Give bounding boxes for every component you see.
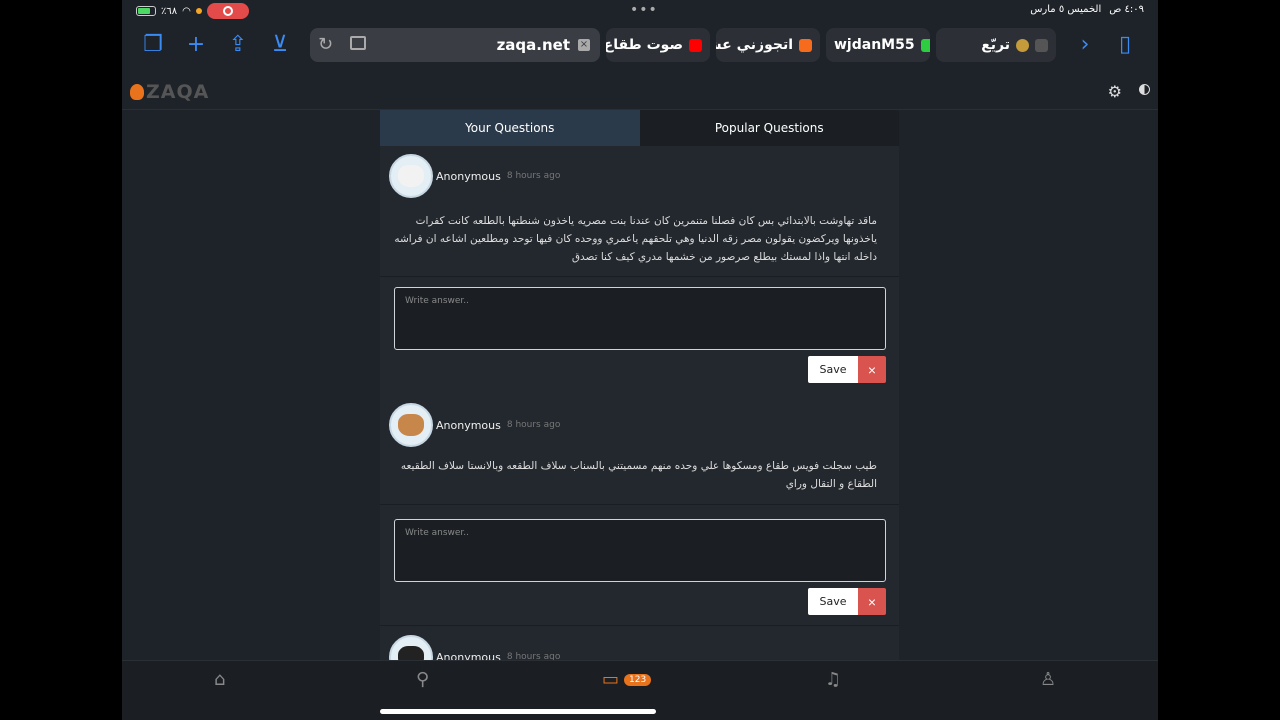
browser-tab-3[interactable]: wjdanM55 — [826, 28, 930, 62]
timestamp: 8 hours ago — [506, 652, 561, 660]
questions-panel: Your Questions Popular Questions Anonymo… — [380, 110, 899, 660]
answer-field[interactable] — [394, 287, 886, 352]
tab-title: اتجوزني عشان — [716, 37, 793, 53]
wifi-icon: ◠ — [182, 5, 191, 17]
status-left: ٪٦٨ ◠ — [136, 3, 249, 19]
status-bar: ٪٦٨ ◠ ••• ٤:٠٩ ص الخميس ٥ مارس — [122, 0, 1158, 22]
flame-icon — [130, 84, 144, 100]
status-time: ٤:٠٩ ص — [1109, 4, 1144, 15]
mic-indicator-icon — [195, 8, 202, 14]
home-indicator[interactable] — [380, 709, 656, 714]
tab-title: تريّع — [981, 37, 1010, 53]
avatar — [389, 635, 433, 660]
browser-tab-4[interactable]: تريّع — [936, 28, 1056, 62]
cat-avatar-icon — [398, 414, 424, 436]
cancel-button[interactable]: × — [858, 356, 886, 383]
status-date: الخميس ٥ مارس — [1030, 4, 1102, 15]
author-name: Anonymous — [436, 418, 501, 432]
profile-icon[interactable]: ♙ — [1040, 669, 1056, 690]
answer-input[interactable] — [395, 290, 885, 352]
share-icon[interactable]: ⇪ — [225, 32, 251, 58]
question-tabs: Your Questions Popular Questions — [380, 110, 899, 146]
downloads-icon[interactable]: ⊻ — [267, 32, 293, 58]
contrast-toggle-icon[interactable] — [1139, 84, 1150, 95]
sidebar-icon[interactable]: ▯ — [1112, 32, 1138, 58]
close-tab-icon[interactable]: × — [578, 39, 590, 51]
cat-avatar-icon — [398, 165, 424, 187]
question-card: Anonymous 8 hours ago طيب سجلت فويس طقاع… — [380, 403, 899, 638]
avatar — [389, 154, 433, 198]
reader-icon[interactable] — [350, 36, 366, 50]
site-logo[interactable]: ZAQA — [130, 81, 209, 103]
search-icon[interactable]: ⚲ — [416, 669, 429, 690]
badge-icon — [1016, 38, 1029, 52]
w-icon — [799, 38, 812, 52]
bell-icon[interactable]: ♫ — [825, 669, 841, 690]
app-frame: ٪٦٨ ◠ ••• ٤:٠٩ ص الخميس ٥ مارس ❐ + ⇪ ⊻ ↻… — [122, 0, 1158, 720]
question-header: Anonymous 8 hours ago — [389, 635, 560, 660]
answer-input[interactable] — [395, 522, 885, 584]
timestamp: 8 hours ago — [506, 420, 561, 430]
cat-avatar-icon — [398, 646, 424, 660]
new-tab-icon[interactable]: + — [183, 32, 209, 58]
tabs-overview-icon[interactable]: ❐ — [140, 32, 166, 58]
forward-icon[interactable]: › — [1072, 32, 1098, 58]
tab-title: صوت طقاع — [606, 37, 683, 53]
browser-tab-2[interactable]: اتجوزني عشان — [716, 28, 820, 62]
avatar — [389, 403, 433, 447]
url-text: zaqa.net — [496, 36, 570, 54]
photo-favicon-icon — [1035, 38, 1048, 52]
battery-icon — [136, 6, 156, 16]
divider — [380, 504, 899, 505]
tab-title: wjdanM55 — [834, 37, 915, 53]
screen-recording-icon[interactable] — [206, 3, 249, 19]
author-name: Anonymous — [436, 169, 501, 183]
save-button[interactable]: Save — [808, 588, 858, 615]
youtube-icon — [689, 38, 702, 52]
question-text: طيب سجلت فويس طقاع ومسكوها علي وحده منهم… — [400, 460, 877, 490]
divider — [380, 276, 899, 277]
question-header: Anonymous 8 hours ago — [389, 403, 560, 447]
messages-badge: 123 — [624, 674, 652, 686]
cancel-button[interactable]: × — [858, 588, 886, 615]
tab-popular-questions[interactable]: Popular Questions — [639, 110, 899, 146]
question-card: Anonymous 8 hours ago ماقد تهاوشت بالابت… — [380, 146, 899, 406]
tab-your-questions[interactable]: Your Questions — [380, 110, 640, 146]
address-bar[interactable]: ↻ zaqa.net × — [310, 28, 600, 62]
timestamp: 8 hours ago — [506, 171, 561, 181]
browser-toolbar: ❐ + ⇪ ⊻ ↻ zaqa.net × صوت طقاع اتجوزني عش… — [122, 24, 1158, 68]
question-text: ماقد تهاوشت بالابتدائي بس كان فصلنا متنم… — [394, 215, 877, 263]
battery-fill — [138, 8, 151, 14]
divider — [380, 625, 899, 626]
messages-icon[interactable]: ▭ — [602, 669, 619, 690]
multitasking-dots-icon[interactable]: ••• — [630, 2, 658, 18]
battery-percent: ٪٦٨ — [161, 5, 178, 17]
save-button[interactable]: Save — [808, 356, 858, 383]
question-card: Anonymous 8 hours ago — [380, 635, 899, 660]
question-header: Anonymous 8 hours ago — [389, 154, 560, 198]
status-right: ٤:٠٩ ص الخميس ٥ مارس — [1030, 4, 1144, 15]
reload-icon[interactable]: ↻ — [318, 34, 333, 55]
gear-icon[interactable]: ⚙ — [1108, 82, 1122, 101]
author-name: Anonymous — [436, 650, 501, 661]
logo-text: ZAQA — [146, 81, 210, 103]
k-icon — [920, 38, 930, 52]
site-header: ZAQA ⚙ — [122, 72, 1158, 110]
home-icon[interactable]: ⌂ — [214, 669, 225, 690]
browser-tab-1[interactable]: صوت طقاع — [606, 28, 710, 62]
answer-field[interactable] — [394, 519, 886, 584]
